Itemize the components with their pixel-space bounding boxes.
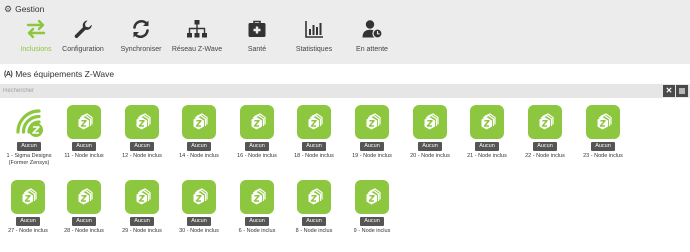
device-status-badge: Aucun — [130, 142, 154, 151]
device-status-badge: Aucun — [360, 142, 384, 151]
device-status-badge: Aucun — [302, 217, 326, 226]
zwave-node-icon — [240, 105, 274, 139]
device-status-badge: Aucun — [187, 142, 211, 151]
device-card[interactable]: Aucun 19 - Node inclus — [344, 105, 400, 160]
device-card[interactable]: Aucun 11 - Node inclus — [56, 105, 112, 160]
device-card[interactable]: Aucun 14 - Node inclus — [171, 105, 227, 160]
device-card[interactable]: Aucun 29 - Node inclus — [114, 180, 170, 235]
medkit-icon — [245, 17, 269, 41]
zwave-node-icon — [297, 180, 331, 214]
device-status-badge: Aucun — [245, 142, 269, 151]
section-title: (A) Mes équipements Z-Wave — [4, 68, 114, 80]
device-name: 23 - Node inclus — [583, 153, 623, 159]
device-name: 20 - Node inclus — [410, 153, 450, 159]
device-name: 28 - Node inclus — [64, 228, 104, 234]
wrench-icon — [71, 17, 95, 41]
device-card[interactable]: Aucun 18 - Node inclus — [286, 105, 342, 160]
device-status-badge: Aucun — [533, 142, 557, 151]
device-name: 21 - Node inclus — [467, 153, 507, 159]
toolbar-label: Synchroniser — [120, 46, 162, 53]
toolbar-label: Santé — [247, 46, 267, 53]
device-card[interactable]: Aucun 16 - Node inclus — [229, 105, 285, 160]
device-status-badge: Aucun — [16, 217, 40, 226]
device-status-badge: Aucun — [187, 217, 211, 226]
sync-icon — [129, 17, 153, 41]
zwave-node-icon — [470, 105, 504, 139]
device-card[interactable]: Aucun 21 - Node inclus — [459, 105, 515, 160]
close-icon[interactable]: ✕ — [663, 85, 675, 97]
zwave-node-icon — [11, 180, 45, 214]
zwave-node-icon — [297, 105, 331, 139]
device-card[interactable]: Aucun 27 - Node inclus — [0, 180, 56, 235]
device-name: 6 - Node inclus — [238, 228, 276, 234]
bars-icon[interactable] — [676, 85, 688, 97]
zwave-node-icon — [182, 105, 216, 139]
device-name-line: (Former Zensys) — [8, 159, 50, 166]
zwave-node-icon — [125, 105, 159, 139]
toolbar-label: Réseau Z-Wave — [171, 46, 223, 53]
zwave-node-icon — [528, 105, 562, 139]
device-card[interactable]: Aucun 22 - Node inclus — [517, 105, 573, 160]
zwave-node-icon — [67, 105, 101, 139]
zwave-node-icon — [67, 180, 101, 214]
toolbar-label: Configuration — [62, 46, 104, 53]
zwave-node-icon — [355, 105, 389, 139]
device-name: 12 - Node inclus — [122, 153, 162, 159]
device-card[interactable]: Aucun 30 - Node inclus — [171, 180, 227, 235]
device-name: 29 - Node inclus — [122, 228, 162, 234]
device-status-badge: Aucun — [245, 217, 269, 226]
toolbar-label: Statistiques — [295, 46, 333, 53]
device-card[interactable]: Aucun 9 - Node inclus — [344, 180, 400, 235]
search-bar: ✕ — [0, 84, 690, 98]
device-card[interactable]: Aucun 12 - Node inclus — [114, 105, 170, 160]
radio-signal-icon: (A) — [4, 70, 13, 78]
bar-chart-icon — [302, 17, 326, 41]
user-clock-icon — [360, 17, 384, 41]
search-input[interactable] — [3, 84, 658, 98]
device-status-badge: Aucun — [72, 142, 96, 151]
device-card[interactable]: Aucun 20 - Node inclus — [402, 105, 458, 160]
zwave-node-icon — [413, 105, 447, 139]
zwave-node-icon — [182, 180, 216, 214]
device-status-badge: Aucun — [418, 142, 442, 151]
toolbar-label: En attente — [356, 46, 388, 53]
gestion-panel: ⚙ Gestion Inclusions Configuration Synch… — [0, 0, 690, 64]
zwave-node-icon — [355, 180, 389, 214]
device-name: 14 - Node inclus — [179, 153, 219, 159]
device-status-badge: Aucun — [360, 217, 384, 226]
device-card[interactable]: Aucun 28 - Node inclus — [56, 180, 112, 235]
gestion-title: Gestion — [15, 4, 45, 14]
device-name: 11 - Node inclus — [64, 153, 104, 159]
zwave-controller-icon — [12, 105, 46, 139]
device-name: 8 - Node inclus — [295, 228, 333, 234]
device-name: 27 - Node inclus — [8, 228, 48, 234]
device-status-badge: Aucun — [72, 217, 96, 226]
device-status-badge: Aucun — [591, 142, 615, 151]
gestion-header: ⚙ Gestion — [4, 3, 44, 15]
device-name: 9 - Node inclus — [353, 228, 391, 234]
device-status-badge: Aucun — [130, 217, 154, 226]
device-name: 18 - Node inclus — [294, 153, 334, 159]
gear-icon: ⚙ — [4, 3, 13, 14]
device-card[interactable]: Aucun 8 - Node inclus — [286, 180, 342, 235]
device-name: 16 - Node inclus — [237, 153, 277, 159]
device-name: 22 - Node inclus — [525, 153, 565, 159]
zwave-node-icon — [125, 180, 159, 214]
device-name: 19 - Node inclus — [352, 153, 392, 159]
toolbar-en-attente[interactable]: En attente — [336, 17, 408, 61]
device-card[interactable]: Aucun 6 - Node inclus — [229, 180, 285, 235]
device-card[interactable]: Aucun 23 - Node inclus — [575, 105, 631, 160]
device-status-badge: Aucun — [17, 142, 41, 151]
zwave-node-icon — [240, 180, 274, 214]
swap-arrows-icon — [24, 17, 48, 41]
network-icon — [185, 17, 209, 41]
zwave-node-icon — [586, 105, 620, 139]
device-name: 30 - Node inclus — [179, 228, 219, 234]
section-title-text: Mes équipements Z-Wave — [15, 69, 115, 79]
device-card[interactable]: Aucun 1 - Sigma Designs (Former Zensys) — [1, 105, 57, 166]
device-status-badge: Aucun — [475, 142, 499, 151]
device-status-badge: Aucun — [302, 142, 326, 151]
